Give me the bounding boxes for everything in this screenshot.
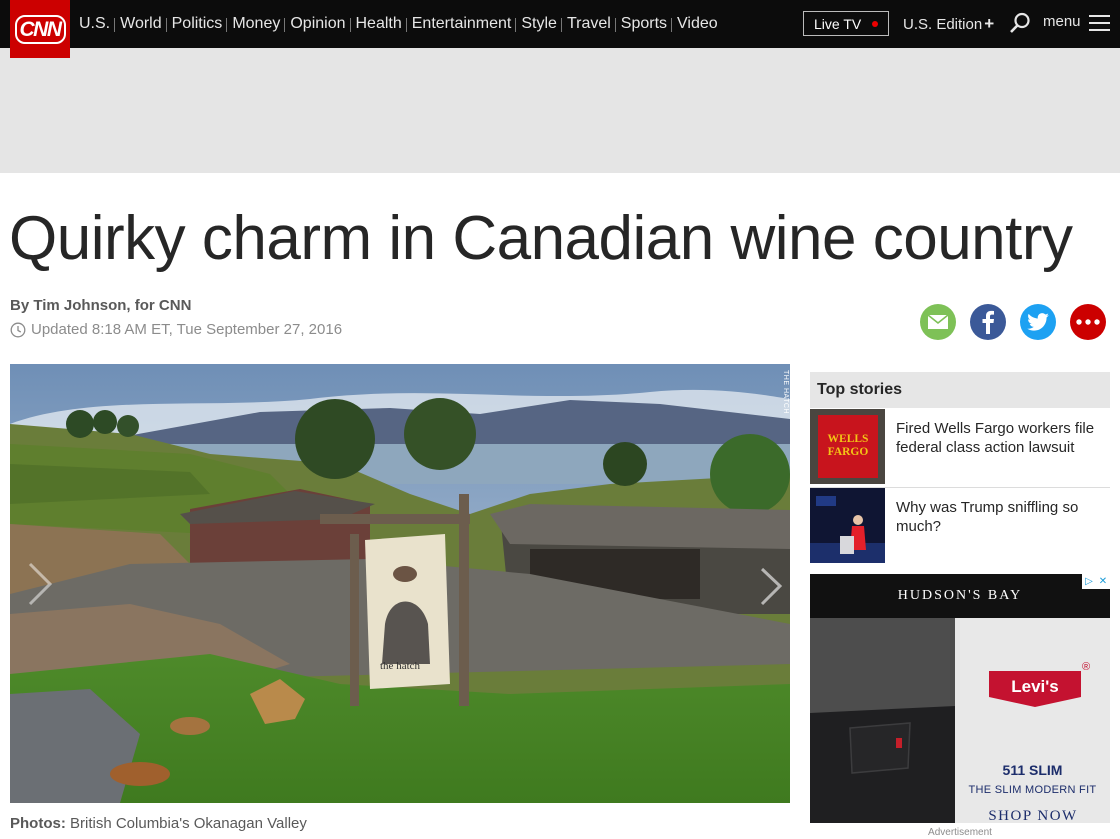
nav-link-opinion[interactable]: Opinion bbox=[284, 15, 350, 33]
top-stories-heading: Top stories bbox=[810, 372, 1110, 408]
nav-links: U.S. World Politics Money Opinion Health… bbox=[79, 0, 723, 48]
hero-photo[interactable]: the hatch bbox=[10, 364, 790, 803]
shop-now-link[interactable]: SHOP NOW bbox=[983, 808, 1083, 823]
twitter-share-button[interactable] bbox=[1020, 304, 1056, 340]
nav-link-entertainment[interactable]: Entertainment bbox=[405, 15, 517, 33]
ad-banner-placeholder bbox=[0, 48, 1120, 173]
live-tv-label: Live TV bbox=[814, 15, 862, 32]
cnn-logo[interactable]: CNN bbox=[10, 0, 70, 58]
debate-thumbnail bbox=[810, 488, 885, 563]
nav-link-travel[interactable]: Travel bbox=[560, 15, 616, 33]
more-share-button[interactable] bbox=[1070, 304, 1106, 340]
svg-text:FARGO: FARGO bbox=[828, 446, 869, 458]
ad-close-icon[interactable]: ✕ bbox=[1096, 574, 1110, 589]
edition-selector[interactable]: U.S. Edition + bbox=[903, 14, 994, 34]
twitter-icon bbox=[1027, 313, 1049, 331]
byline: By Tim Johnson, for CNN bbox=[10, 297, 192, 314]
article-headline: Quirky charm in Canadian wine country bbox=[9, 204, 1073, 273]
levis-logo: Levi's bbox=[989, 671, 1081, 707]
edition-label: U.S. Edition bbox=[903, 16, 983, 33]
top-story-title[interactable]: Fired Wells Fargo workers file federal c… bbox=[896, 419, 1101, 485]
ad-brand: HUDSON'S BAY bbox=[810, 574, 1110, 618]
caption-label: Photos: bbox=[10, 815, 66, 832]
nav-link-world[interactable]: World bbox=[114, 15, 167, 33]
nav-link-money[interactable]: Money bbox=[226, 15, 285, 33]
clock-icon bbox=[10, 322, 26, 337]
nav-link-us[interactable]: U.S. bbox=[79, 15, 115, 33]
hamburger-icon[interactable] bbox=[1089, 15, 1110, 32]
registered-mark: ® bbox=[1082, 661, 1091, 673]
search-icon[interactable] bbox=[1009, 12, 1031, 34]
update-timestamp: Updated 8:18 AM ET, Tue September 27, 20… bbox=[10, 321, 342, 338]
edition-plus-icon: + bbox=[984, 14, 995, 33]
updated-text: Updated 8:18 AM ET, Tue September 27, 20… bbox=[31, 321, 343, 338]
ad-tagline: THE SLIM MODERN FIT bbox=[968, 784, 1097, 796]
nav-link-video[interactable]: Video bbox=[671, 15, 723, 33]
facebook-share-button[interactable] bbox=[970, 304, 1006, 340]
svg-text:WELLS: WELLS bbox=[828, 433, 869, 445]
vineyard-photo: the hatch bbox=[10, 364, 790, 803]
caption-text: British Columbia's Okanagan Valley bbox=[70, 815, 307, 832]
live-tv-button[interactable]: Live TV bbox=[803, 11, 889, 36]
photo-caption: Photos: British Columbia's Okanagan Vall… bbox=[10, 815, 307, 832]
levis-logo-text: Levi's bbox=[1011, 677, 1059, 696]
top-story-title[interactable]: Why was Trump sniffling so much? bbox=[896, 498, 1101, 564]
jeans-photo bbox=[810, 618, 955, 823]
wells-fargo-thumbnail: WELLS FARGO bbox=[810, 409, 885, 484]
photo-credit: THE HATCH bbox=[782, 370, 789, 415]
ad-panel: Levi's ® 511 SLIM THE SLIM MODERN FIT SH… bbox=[955, 618, 1110, 823]
nav-link-health[interactable]: Health bbox=[349, 15, 407, 33]
nav-link-politics[interactable]: Politics bbox=[165, 15, 228, 33]
menu-label[interactable]: menu bbox=[1043, 13, 1081, 30]
nav-link-sports[interactable]: Sports bbox=[614, 15, 672, 33]
email-icon bbox=[927, 314, 949, 329]
advertisement-label: Advertisement bbox=[928, 827, 992, 838]
email-share-button[interactable] bbox=[920, 304, 956, 340]
sign-text: the hatch bbox=[380, 660, 421, 672]
ad-info-icon[interactable]: ▷ bbox=[1082, 574, 1096, 589]
live-dot-icon bbox=[872, 20, 879, 27]
ad-product: 511 SLIM bbox=[1002, 762, 1063, 778]
facebook-icon bbox=[982, 310, 994, 334]
ad-choices[interactable]: ▷ ✕ bbox=[1082, 574, 1110, 589]
nav-link-style[interactable]: Style bbox=[515, 15, 562, 33]
sidebar-ad[interactable]: HUDSON'S BAY ▷ ✕ Levi's ® 511 SLIM THE S… bbox=[810, 574, 1110, 823]
top-story-item[interactable]: Why was Trump sniffling so much? bbox=[810, 488, 1110, 564]
top-story-item[interactable]: WELLS FARGO Fired Wells Fargo workers fi… bbox=[810, 409, 1110, 485]
top-nav: CNN U.S. World Politics Money Opinion He… bbox=[0, 0, 1120, 58]
more-icon bbox=[1076, 319, 1100, 325]
